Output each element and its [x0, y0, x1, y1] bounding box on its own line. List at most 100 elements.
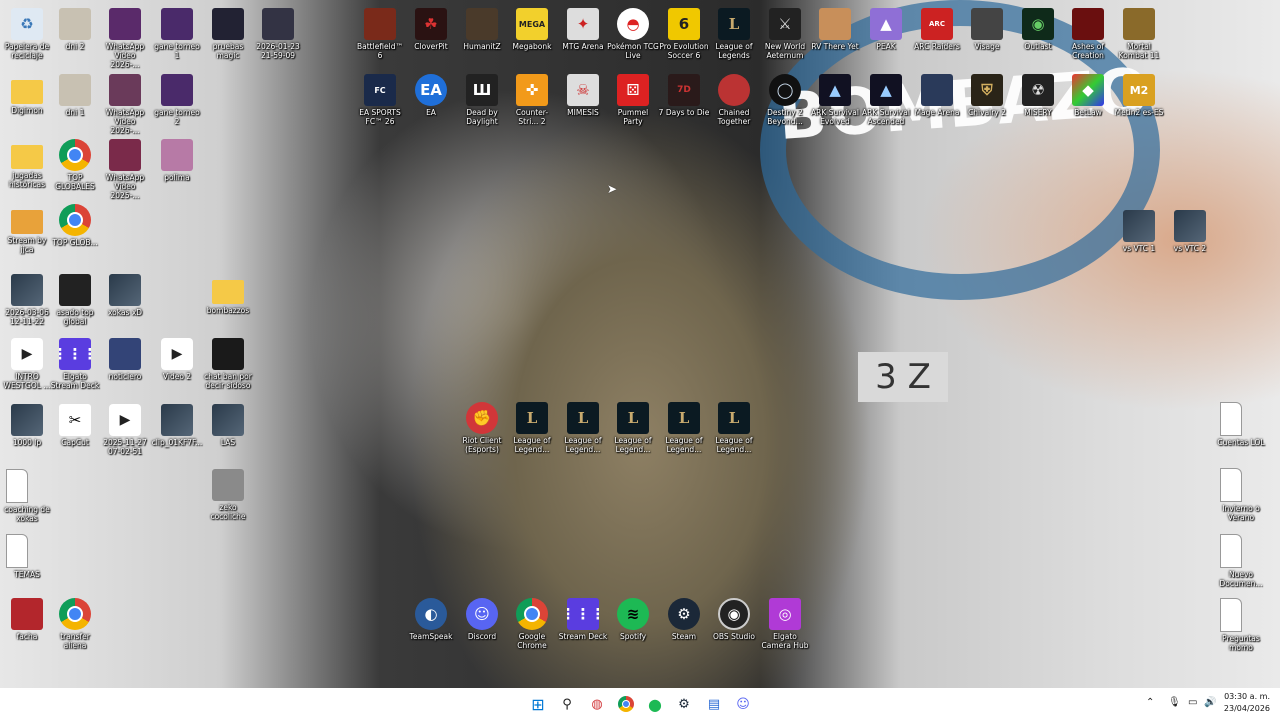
app-icon-teamspeak[interactable]: ◐ TeamSpeak — [404, 594, 458, 658]
volume-icon[interactable]: 🔊 — [1204, 697, 1216, 708]
desktop-icon-document[interactable]: Preguntas momo — [1214, 594, 1268, 658]
desktop-icon-video[interactable]: 1000 lp — [0, 400, 54, 464]
desktop-icon-document[interactable]: coaching de xokas — [0, 465, 54, 529]
game-icon-pokemon-tcg[interactable]: ◓ Pokémon TCG Live — [606, 4, 660, 68]
desktop-icon-folder[interactable]: jugadas históricas — [0, 135, 54, 199]
desktop-icon-video[interactable]: asado top global — [48, 270, 102, 334]
game-icon-league-of-legends[interactable]: L League of Legend... — [556, 398, 610, 462]
start-icon[interactable]: ⊞ — [526, 692, 550, 716]
game-icon-new-world[interactable]: ⚔ New World Aeternum — [758, 4, 812, 68]
game-icon-outlast[interactable]: ◉ Outlast — [1011, 4, 1065, 68]
game-icon-league-of-legends[interactable]: L League of Legend... — [505, 398, 559, 462]
discord-icon[interactable]: ☺ — [731, 692, 755, 716]
desktop-icon-video[interactable]: clip_01KF7F... — [150, 400, 204, 464]
desktop-icon-folder[interactable]: Digimon — [0, 70, 54, 134]
game-icon-mtg-arena[interactable]: ✦ MTG Arena — [556, 4, 610, 68]
desktop-icon-video[interactable]: 2026-03-06 12-11-22 — [0, 270, 54, 334]
game-icon-humanitz[interactable]: HumanitZ — [455, 4, 509, 68]
desktop-icon-video[interactable]: vs VTC 1 — [1112, 206, 1166, 270]
desktop-icon-video[interactable]: ▶ Video 2 — [150, 334, 204, 398]
game-icon-chained-together[interactable]: Chained Together — [707, 70, 761, 134]
app-icon-obs-studio[interactable]: ◉ OBS Studio — [707, 594, 761, 658]
game-icon-arc-raiders[interactable]: ARC ARC Raiders — [910, 4, 964, 68]
game-icon-chivalry-2[interactable]: ⛨ Chivalry 2 — [960, 70, 1014, 134]
game-icon-misery[interactable]: ☢ MISERY — [1011, 70, 1065, 134]
app-icon-stream-deck[interactable]: ⋮⋮⋮ Stream Deck — [556, 594, 610, 658]
app-icon-elgato-camera-hub[interactable]: ◎ Elgato Camera Hub — [758, 594, 812, 658]
game-icon-ashes-of-creation[interactable]: Ashes of Creation — [1061, 4, 1115, 68]
desktop-icon-video[interactable]: gane torneo 1 — [150, 4, 204, 68]
game-icon-mimesis[interactable]: ☠ MIMESIS — [556, 70, 610, 134]
desktop-icon-image[interactable]: zeko cocoliche — [201, 465, 255, 529]
app-icon-google-chrome[interactable]: Google Chrome — [505, 594, 559, 658]
desktop-icon-video[interactable]: 2026-01-23 21-59-09 — [251, 4, 305, 68]
desktop-icon-video[interactable]: LAS — [201, 400, 255, 464]
desktop-icon-chrome-shortcut[interactable]: TOP GLOBALES — [48, 135, 102, 199]
chrome-icon[interactable] — [614, 692, 638, 716]
game-icon-pummel-party[interactable]: ⚄ Pummel Party — [606, 70, 660, 134]
desktop-icon-video[interactable]: ▶ INTRO WESTGOL ... — [0, 334, 54, 398]
desktop-icon-video[interactable]: ▶ 2025-11-27 07-02-51 — [98, 400, 152, 464]
game-icon-ark-evolved[interactable]: ▲ ARK Survival Evolved — [808, 70, 862, 134]
riot-icon[interactable]: ◍ — [585, 692, 609, 716]
game-icon-league-of-legends[interactable]: L League of Legend... — [707, 398, 761, 462]
app-icon-ea[interactable]: EA EA — [404, 70, 458, 134]
desktop-icon-document[interactable]: Invierno o Verano — [1214, 464, 1268, 528]
desktop-icon-image[interactable]: chat ban por decir sidoso — [201, 334, 255, 398]
desktop-icon-video[interactable]: noticiero — [98, 334, 152, 398]
app-icon-riot-client[interactable]: ✊ Riot Client (Esports) — [455, 398, 509, 462]
desktop-icon-video[interactable]: xokas xD — [98, 270, 152, 334]
game-icon-ark-ascended[interactable]: ▲ ARK Survival Ascended — [859, 70, 913, 134]
desktop-icon-recycle-bin[interactable]: ♻ Papelera de reciclaje — [0, 4, 54, 68]
game-icon-ea-fc[interactable]: FC EA SPORTS FC™ 26 — [353, 70, 407, 134]
game-icon-pes6[interactable]: 6 Pro Evolution Soccer 6 — [657, 4, 711, 68]
game-icon-visage[interactable]: Visage — [960, 4, 1014, 68]
game-icon-league-of-legends[interactable]: L League of Legend... — [657, 398, 711, 462]
desktop-icon-image[interactable]: dni 2 — [48, 4, 102, 68]
desktop-icon-video[interactable]: gane torneo 2 — [150, 70, 204, 134]
game-icon-mage-arena[interactable]: Mage Arena — [910, 70, 964, 134]
game-icon-peak[interactable]: ▲ PEAK — [859, 4, 913, 68]
game-icon-metin2[interactable]: M2 Metin2 es-ES — [1112, 70, 1166, 134]
desktop-icon-stream-deck[interactable]: ⋮⋮⋮ Elgato Stream Deck — [48, 334, 102, 398]
app-icon-steam[interactable]: ⚙ Steam — [657, 594, 711, 658]
steam-icon[interactable]: ⚙ — [672, 692, 696, 716]
desktop-icon-video[interactable]: WhatsApp Video 2026-... — [98, 70, 152, 135]
app-icon-spotify[interactable]: ≋ Spotify — [606, 594, 660, 658]
desktop-icon-image[interactable]: dni 1 — [48, 70, 102, 134]
game-icon-league-of-legends[interactable]: L League of Legend... — [606, 398, 660, 462]
game-icon-megabonk[interactable]: MEGA Megabonk — [505, 4, 559, 68]
desktop-icon-folder[interactable]: Stream by jjca — [0, 200, 54, 264]
game-icon-counter-strike[interactable]: ✜ Counter-Stri... 2 — [505, 70, 559, 134]
notepad-icon[interactable]: ▤ — [702, 692, 726, 716]
network-icon[interactable]: ▭ — [1188, 697, 1197, 708]
desktop-icon-document[interactable]: TEMAS — [0, 530, 54, 594]
desktop-icon-folder[interactable]: bombazzos — [201, 270, 255, 334]
desktop-icon-video[interactable]: vs VTC 2 — [1163, 206, 1217, 270]
search-icon[interactable]: ⚲ — [555, 692, 579, 716]
game-icon-league-of-legends[interactable]: L League of Legends — [707, 4, 761, 68]
game-icon-destiny-2[interactable]: ◯ Destiny 2 Beyond... — [758, 70, 812, 134]
desktop-icon-video[interactable]: pruebas magic — [201, 4, 255, 68]
app-icon-discord[interactable]: ☺ Discord — [455, 594, 509, 658]
app-icon-betlaw[interactable]: ◆ BetLaw — [1061, 70, 1115, 134]
microphone-icon[interactable]: 🎙 — [1168, 697, 1181, 708]
desktop-icon-image[interactable]: facha — [0, 594, 54, 658]
desktop-icon-image[interactable]: polima — [150, 135, 204, 199]
game-icon-dead-by-daylight[interactable]: Ш Dead by Daylight — [455, 70, 509, 134]
spotify-icon[interactable]: ● — [643, 692, 667, 716]
desktop-icon-capcut[interactable]: ✂ CapCut — [48, 400, 102, 464]
desktop-icon-chrome-shortcut[interactable]: TOP GLOB... — [48, 200, 102, 264]
desktop-icon-video[interactable]: WhatsApp Video 2025-... — [98, 135, 152, 200]
desktop-icon-video[interactable]: WhatsApp Video 2026-... — [98, 4, 152, 69]
game-icon-battlefield[interactable]: Battlefield™ 6 — [353, 4, 407, 68]
game-icon-cloverpit[interactable]: ☘ CloverPit — [404, 4, 458, 68]
game-icon-mortal-kombat[interactable]: Mortal Kombat 11 — [1112, 4, 1166, 68]
desktop-icon-document[interactable]: Cuentas LOL — [1214, 398, 1268, 462]
game-icon-rv-there-yet[interactable]: RV There Yet — [808, 4, 862, 68]
game-icon-7-days-to-die[interactable]: 7D 7 Days to Die — [657, 70, 711, 134]
chevron-up-icon[interactable]: ⌃ — [1146, 697, 1154, 708]
system-clock[interactable]: 03:30 a. m. 23/04/2026 — [1224, 691, 1270, 715]
desktop-icon-document[interactable]: Nuevo Documen... — [1214, 530, 1268, 594]
desktop-icon-chrome-shortcut[interactable]: transfer aliena — [48, 594, 102, 658]
